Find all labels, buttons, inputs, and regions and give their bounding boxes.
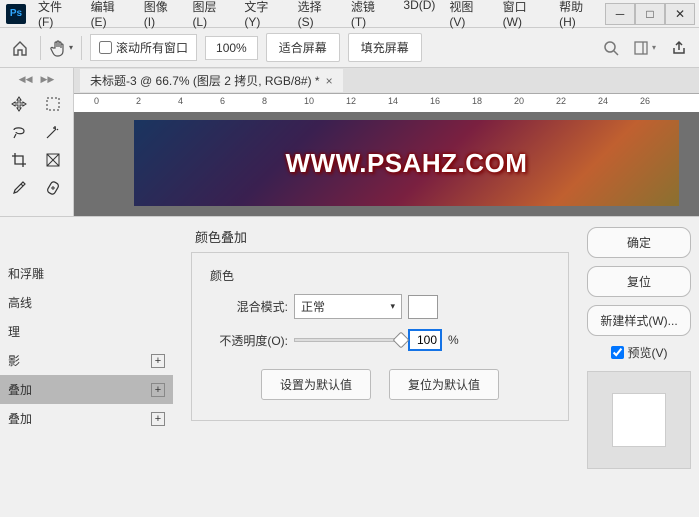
preview-swatch (612, 393, 666, 447)
menu-layer[interactable]: 图层(L) (186, 0, 236, 33)
opacity-label: 不透明度(O): (210, 332, 288, 349)
default-buttons: 设置为默认值 复位为默认值 (210, 369, 550, 400)
menu-image[interactable]: 图像(I) (138, 0, 185, 33)
home-icon[interactable] (8, 36, 32, 60)
new-style-button[interactable]: 新建样式(W)... (587, 305, 691, 336)
minimize-button[interactable]: ─ (605, 3, 635, 25)
preview-checkbox-input[interactable] (611, 346, 624, 359)
scroll-all-label: 滚动所有窗口 (116, 39, 188, 56)
style-item[interactable]: 理 (0, 317, 173, 346)
menubar: Ps 文件(F) 编辑(E) 图像(I) 图层(L) 文字(Y) 选择(S) 滤… (0, 0, 699, 28)
blend-mode-row: 混合模式: 正常 ▾ (210, 294, 550, 319)
healing-tool-icon[interactable] (38, 175, 68, 201)
wand-tool-icon[interactable] (38, 119, 68, 145)
style-settings-panel: 颜色叠加 颜色 混合模式: 正常 ▾ 不透明度(O): % 设置为默认值 (173, 217, 587, 517)
opacity-slider[interactable] (294, 338, 402, 342)
blend-mode-value: 正常 (301, 298, 325, 315)
document-tab[interactable]: 未标题-3 @ 66.7% (图层 2 拷贝, RGB/8#) * × (80, 69, 343, 92)
chevron-down-icon: ▾ (390, 301, 395, 312)
scroll-all-checkbox-input[interactable] (99, 41, 112, 54)
share-icon[interactable] (667, 36, 691, 60)
menu-edit[interactable]: 编辑(E) (85, 0, 136, 33)
close-tab-icon[interactable]: × (326, 74, 333, 88)
style-item-color-overlay[interactable]: 叠加+ (0, 375, 173, 404)
panel-tabs: ◀◀▶▶ (0, 72, 73, 87)
color-swatch[interactable] (408, 295, 438, 319)
menu-items: 文件(F) 编辑(E) 图像(I) 图层(L) 文字(Y) 选择(S) 滤镜(T… (32, 0, 605, 33)
options-right: ▾ (599, 36, 691, 60)
style-item[interactable]: 影+ (0, 346, 173, 375)
app-logo: Ps (6, 4, 26, 24)
window-controls: ─ □ ✕ (605, 3, 695, 25)
percent-sign: % (448, 333, 459, 347)
add-effect-icon[interactable]: + (151, 383, 165, 397)
tools-panel: ◀◀▶▶ (0, 68, 74, 216)
fill-screen-button[interactable]: 填充屏幕 (348, 33, 422, 62)
menu-type[interactable]: 文字(Y) (238, 0, 289, 33)
canvas-wrap: 未标题-3 @ 66.7% (图层 2 拷贝, RGB/8#) * × 0 2 … (74, 68, 699, 216)
menu-file[interactable]: 文件(F) (32, 0, 83, 33)
move-tool-icon[interactable] (4, 91, 34, 117)
options-bar: ▾ 滚动所有窗口 100% 适合屏幕 填充屏幕 ▾ (0, 28, 699, 68)
slider-thumb[interactable] (393, 332, 410, 349)
reset-default-button[interactable]: 复位为默认值 (389, 369, 499, 400)
crop-tool-icon[interactable] (4, 147, 34, 173)
divider (81, 36, 82, 60)
blend-mode-label: 混合模式: (210, 298, 288, 315)
document-tabs: 未标题-3 @ 66.7% (图层 2 拷贝, RGB/8#) * × (74, 68, 699, 94)
settings-group: 颜色 混合模式: 正常 ▾ 不透明度(O): % 设置为默认值 复位为默认值 (191, 252, 569, 421)
eyedropper-tool-icon[interactable] (4, 175, 34, 201)
hand-tool-icon[interactable]: ▾ (49, 36, 73, 60)
close-button[interactable]: ✕ (665, 3, 695, 25)
scroll-all-windows-checkbox[interactable]: 滚动所有窗口 (90, 34, 197, 61)
preview-label: 预览(V) (628, 344, 668, 361)
style-item[interactable]: 高线 (0, 288, 173, 317)
horizontal-ruler: 0 2 4 6 8 10 12 14 16 18 20 22 24 26 (74, 94, 699, 112)
menu-view[interactable]: 视图(V) (443, 0, 494, 33)
menu-select[interactable]: 选择(S) (292, 0, 343, 33)
opacity-row: 不透明度(O): % (210, 329, 550, 351)
search-icon[interactable] (599, 36, 623, 60)
panel-title: 颜色叠加 (195, 227, 569, 246)
add-effect-icon[interactable]: + (151, 412, 165, 426)
cancel-button[interactable]: 复位 (587, 266, 691, 297)
zoom-percent[interactable]: 100% (205, 36, 258, 60)
dialog-sidebar: 确定 复位 新建样式(W)... 预览(V) (587, 217, 699, 517)
lasso-tool-icon[interactable] (4, 119, 34, 145)
frame-tool-icon[interactable] (38, 147, 68, 173)
fit-screen-button[interactable]: 适合屏幕 (266, 33, 340, 62)
preview-checkbox[interactable]: 预览(V) (587, 344, 691, 361)
opacity-input[interactable] (408, 329, 442, 351)
menu-help[interactable]: 帮助(H) (553, 0, 605, 33)
style-item[interactable]: 叠加+ (0, 404, 173, 433)
canvas-image: WWW.PSAHZ.COM (134, 120, 679, 206)
maximize-button[interactable]: □ (635, 3, 665, 25)
add-effect-icon[interactable]: + (151, 354, 165, 368)
section-label: 颜色 (210, 267, 550, 284)
style-item[interactable] (0, 247, 173, 259)
preview-thumbnail (587, 371, 691, 469)
layer-style-dialog: 和浮雕 高线 理 影+ 叠加+ 叠加+ 颜色叠加 颜色 混合模式: 正常 ▾ 不… (0, 216, 699, 517)
blend-mode-select[interactable]: 正常 ▾ (294, 294, 402, 319)
ok-button[interactable]: 确定 (587, 227, 691, 258)
set-default-button[interactable]: 设置为默认值 (261, 369, 371, 400)
menu-3d[interactable]: 3D(D) (397, 0, 441, 33)
canvas-stage[interactable]: WWW.PSAHZ.COM (74, 112, 699, 216)
divider (40, 36, 41, 60)
document-tab-label: 未标题-3 @ 66.7% (图层 2 拷贝, RGB/8#) * (90, 72, 320, 89)
menu-filter[interactable]: 滤镜(T) (345, 0, 396, 33)
watermark-text: WWW.PSAHZ.COM (286, 148, 528, 179)
menu-window[interactable]: 窗口(W) (497, 0, 551, 33)
workspace-icon[interactable]: ▾ (633, 36, 657, 60)
marquee-tool-icon[interactable] (38, 91, 68, 117)
styles-list: 和浮雕 高线 理 影+ 叠加+ 叠加+ (0, 217, 173, 517)
style-item[interactable]: 和浮雕 (0, 259, 173, 288)
document-area: ◀◀▶▶ 未标题-3 @ 66.7% (图层 2 拷贝, RGB/8#) * ×… (0, 68, 699, 216)
